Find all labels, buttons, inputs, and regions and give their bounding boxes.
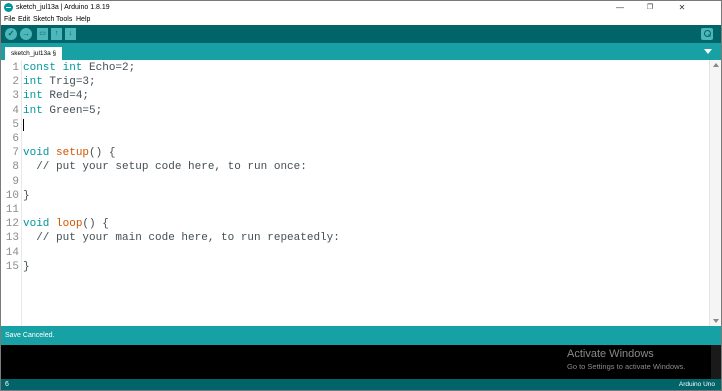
code-line: 15} — [1, 260, 709, 274]
menu-sketch[interactable]: Sketch — [33, 15, 54, 24]
keyword-token: void — [23, 147, 50, 160]
menu-file[interactable]: File — [4, 15, 15, 24]
new-sketch-button[interactable]: ▭ — [37, 28, 48, 40]
code-line: 13 // put your main code here, to run re… — [1, 231, 709, 245]
code-line: 2 int Trig=3; — [1, 75, 709, 89]
editor-vertical-scrollbar[interactable] — [709, 60, 721, 326]
line-number: 13 — [5, 232, 19, 245]
verify-button[interactable]: ✓ — [5, 28, 17, 40]
code-line: 14 — [1, 246, 709, 260]
serial-monitor-icon[interactable] — [701, 28, 713, 40]
comment-token: // put your main code here, to run repea… — [23, 232, 340, 245]
line-number: 10 — [5, 189, 19, 202]
status-bar: Save Canceled. — [1, 326, 721, 345]
keyword-token: int — [23, 104, 43, 117]
window-title: sketch_jul13a | Arduino 1.8.19 — [16, 4, 110, 11]
code-text: } — [23, 189, 30, 203]
console-scrollbar[interactable] — [711, 345, 721, 379]
code-token: Red=4; — [42, 90, 90, 103]
save-sketch-button[interactable]: ↓ — [65, 28, 76, 40]
code-token: Trig=3; — [42, 76, 96, 89]
code-line: 1 const int Echo=2; — [1, 61, 709, 75]
menu-edit[interactable]: Edit — [18, 15, 30, 24]
keyword-token: int — [23, 90, 43, 103]
keyword-token: void — [23, 218, 50, 231]
menu-help[interactable]: Help — [76, 15, 90, 24]
scroll-up-icon[interactable] — [713, 63, 719, 67]
line-number: 4 — [12, 104, 19, 117]
line-number: 9 — [12, 175, 19, 188]
line-number: 12 — [5, 218, 19, 231]
code-line: 10} — [1, 189, 709, 203]
title-bar: sketch_jul13a | Arduino 1.8.19 — ❐ ✕ — [1, 1, 721, 14]
code-text: const int Echo=2; — [23, 61, 135, 75]
code-text: int Green=5; — [23, 104, 102, 118]
footer-bar: 6 Arduino Uno — [1, 379, 721, 390]
activate-windows-subtitle: Go to Settings to activate Windows. — [567, 362, 686, 371]
status-message: Save Canceled. — [5, 332, 55, 339]
menu-bar: File Edit Sketch Tools Help — [1, 14, 721, 25]
line-number: 14 — [5, 246, 19, 259]
line-number: 3 — [12, 90, 19, 103]
code-text: int Trig=3; — [23, 75, 96, 89]
menu-tools[interactable]: Tools — [56, 15, 72, 24]
line-number: 8 — [12, 161, 19, 174]
code-line: 9 — [1, 175, 709, 189]
line-number: 1 — [12, 62, 19, 74]
code-text: // put your main code here, to run repea… — [23, 231, 340, 245]
text-cursor — [23, 119, 24, 131]
line-number: 5 — [12, 118, 19, 131]
code-line: 5 — [1, 118, 709, 132]
code-line: 8 // put your setup code here, to run on… — [1, 160, 709, 174]
comment-token: // put your setup code here, to run once… — [23, 161, 307, 174]
restore-button[interactable]: ❐ — [635, 1, 665, 14]
function-token: setup — [56, 147, 90, 160]
keyword-token: int — [62, 62, 83, 74]
arduino-ide-window: sketch_jul13a | Arduino 1.8.19 — ❐ ✕ Fil… — [0, 0, 722, 391]
code-line: 11 — [1, 203, 709, 217]
board-name: Arduino Uno — [678, 381, 715, 388]
line-number: 11 — [5, 204, 19, 216]
toolbar: ✓ → ▭ ↑ ↓ — [1, 25, 721, 43]
activate-windows-title: Activate Windows — [567, 348, 654, 360]
code-line: 4 int Green=5; — [1, 104, 709, 118]
arduino-app-icon — [4, 3, 13, 12]
code-token: () { — [89, 147, 116, 160]
keyword-token: int — [23, 76, 43, 89]
code-text: void loop() { — [23, 217, 109, 231]
code-line: 12 void loop() { — [1, 217, 709, 231]
code-text: } — [23, 260, 30, 274]
function-token: loop — [56, 218, 83, 231]
open-sketch-button[interactable]: ↑ — [51, 28, 62, 40]
tab-menu-dropdown-icon[interactable] — [704, 47, 712, 57]
code-line: 3 int Red=4; — [1, 89, 709, 103]
minimize-button[interactable]: — — [605, 1, 635, 14]
line-number: 7 — [12, 147, 19, 160]
tab-bar: sketch_jul13a § — [1, 43, 721, 60]
code-token: } — [23, 189, 30, 202]
keyword-token: const — [23, 62, 63, 74]
code-line: 7 void setup() { — [1, 146, 709, 160]
code-line: 6 — [1, 132, 709, 146]
line-number: 6 — [12, 133, 19, 145]
code-token: () { — [82, 218, 109, 231]
tab-sketch[interactable]: sketch_jul13a § — [5, 47, 63, 60]
code-token: Echo=2; — [82, 62, 136, 74]
code-token: } — [23, 260, 30, 273]
upload-button[interactable]: → — [20, 28, 32, 40]
line-number: 2 — [12, 76, 19, 89]
code-editor[interactable]: 1 const int Echo=2; 2 int Trig=3; 3 int Red=4… — [1, 60, 721, 326]
scroll-down-icon[interactable] — [713, 319, 719, 323]
code-text: void setup() { — [23, 146, 115, 160]
code-text: int Red=4; — [23, 89, 89, 103]
current-line-number: 6 — [5, 381, 9, 388]
close-button[interactable]: ✕ — [667, 1, 697, 14]
line-number: 15 — [5, 260, 19, 273]
code-token: Green=5; — [42, 104, 103, 117]
code-text: // put your setup code here, to run once… — [23, 160, 307, 174]
